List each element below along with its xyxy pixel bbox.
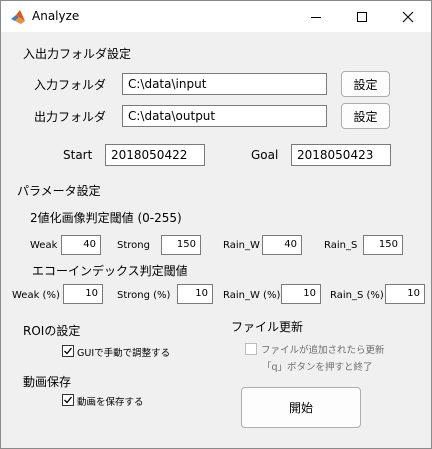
binarize-strong-field[interactable]: 150 xyxy=(161,235,201,255)
binarize-rain-w-field[interactable]: 40 xyxy=(262,235,302,255)
binarize-rain-s-field[interactable]: 150 xyxy=(363,235,403,255)
echo-rain-w-field[interactable]: 10 xyxy=(281,284,321,304)
echo-strong-label: Strong (%) xyxy=(117,290,171,301)
minimize-icon xyxy=(311,17,321,18)
binarize-weak-field[interactable]: 40 xyxy=(61,235,101,255)
roi-manual-label[interactable]: GUIで手動で調整する xyxy=(77,345,170,359)
input-folder-set-button[interactable]: 設定 xyxy=(341,71,390,97)
roi-manual-checkbox[interactable] xyxy=(62,345,74,357)
output-folder-field[interactable]: C:\data\output xyxy=(122,105,327,127)
echo-rain-s-label: Rain_S (%) xyxy=(330,290,384,301)
folder-settings-heading: 入出力フォルダ設定 xyxy=(23,47,132,61)
close-button[interactable] xyxy=(385,1,431,32)
start-button[interactable]: 開始 xyxy=(241,387,361,428)
binarize-strong-label: Strong xyxy=(117,240,150,251)
binarize-rain-s-label: Rain_S xyxy=(324,240,358,251)
analyze-window: Analyze 入出力フォルダ設定 入力フォルダ C:\data\input 設… xyxy=(0,0,432,449)
video-save-checkbox[interactable] xyxy=(62,394,74,406)
checkmark-icon xyxy=(64,396,73,404)
echo-weak-label: Weak (%) xyxy=(12,290,60,301)
video-save-heading: 動画保存 xyxy=(23,375,72,389)
window-title: Analyze xyxy=(32,9,80,23)
title-bar[interactable]: Analyze xyxy=(1,1,431,32)
maximize-icon xyxy=(357,12,367,22)
matlab-icon xyxy=(10,9,26,25)
input-folder-label: 入力フォルダ xyxy=(34,78,107,92)
goal-label: Goal xyxy=(251,148,279,162)
close-icon xyxy=(402,11,414,23)
echo-index-threshold-heading: エコーインデックス判定閾値 xyxy=(32,264,188,278)
maximize-button[interactable] xyxy=(339,1,385,32)
parameter-settings-heading: パラメータ設定 xyxy=(17,184,101,198)
minimize-button[interactable] xyxy=(293,1,339,32)
binarize-weak-label: Weak xyxy=(30,240,58,251)
checkmark-icon xyxy=(64,347,73,355)
output-folder-set-button[interactable]: 設定 xyxy=(341,103,390,129)
start-field[interactable]: 2018050422 xyxy=(105,144,205,166)
goal-field[interactable]: 2018050423 xyxy=(291,144,391,166)
echo-rain-s-field[interactable]: 10 xyxy=(385,284,425,304)
file-update-checkbox[interactable] xyxy=(245,343,257,355)
start-label: Start xyxy=(63,148,93,162)
file-update-label[interactable]: ファイルが追加されたら更新 xyxy=(261,342,385,356)
binarize-threshold-heading: 2値化画像判定閾値 (0-255) xyxy=(30,211,182,225)
main-panel: 入出力フォルダ設定 入力フォルダ C:\data\input 設定 出力フォルダ… xyxy=(1,32,431,448)
quit-hint-text: 「q」ボタンを押すと終了 xyxy=(262,362,373,373)
input-folder-field[interactable]: C:\data\input xyxy=(122,73,327,95)
echo-weak-field[interactable]: 10 xyxy=(63,284,103,304)
video-save-label[interactable]: 動画を保存する xyxy=(77,394,144,408)
output-folder-label: 出力フォルダ xyxy=(34,110,107,124)
binarize-rain-w-label: Rain_W xyxy=(223,240,260,251)
echo-strong-field[interactable]: 10 xyxy=(177,284,213,304)
file-update-heading: ファイル更新 xyxy=(231,320,304,334)
roi-settings-heading: ROIの設定 xyxy=(23,324,81,338)
echo-rain-w-label: Rain_W (%) xyxy=(223,290,281,301)
